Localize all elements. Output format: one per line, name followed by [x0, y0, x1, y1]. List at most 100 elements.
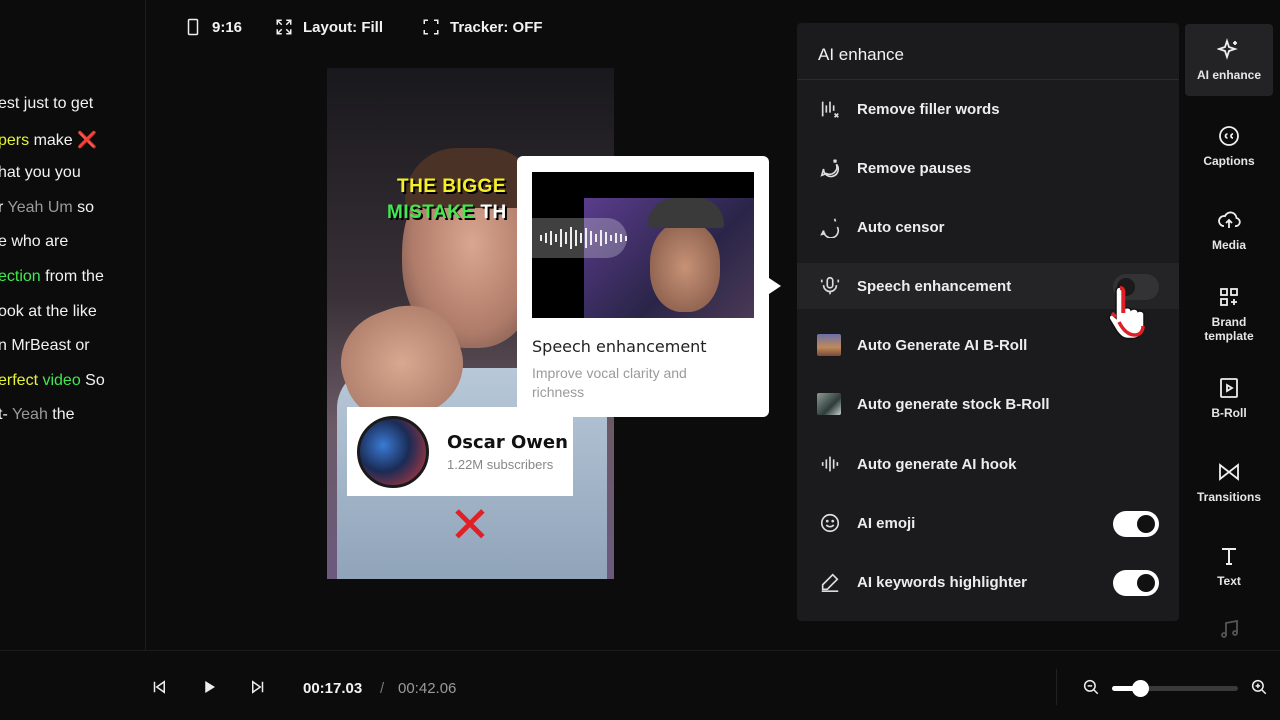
- zoom-slider[interactable]: [1112, 680, 1238, 697]
- music-note-icon: [1221, 619, 1238, 638]
- expand-icon: [276, 19, 292, 35]
- transcript-word[interactable]: Yeah: [12, 406, 48, 423]
- panel-divider: [797, 79, 1179, 80]
- channel-avatar: [357, 415, 429, 488]
- transcript-word[interactable]: make: [29, 132, 77, 149]
- ai-keywords-highlighter-toggle[interactable]: [1113, 570, 1159, 596]
- microphone-icon: [817, 273, 843, 299]
- current-time: 00:17.03: [303, 680, 363, 697]
- transcript-line[interactable]: hat you you: [0, 164, 81, 182]
- phone-portrait-icon: [187, 18, 199, 36]
- remove-pauses-option[interactable]: Remove pauses: [797, 145, 1179, 191]
- transcript-word[interactable]: ❌: [77, 132, 97, 149]
- transcript-line[interactable]: t- Yeah the: [0, 406, 75, 424]
- video-caption-line1: THE BIGGE: [397, 176, 507, 197]
- rail-audio[interactable]: [1185, 614, 1273, 650]
- remove-filler-words-option[interactable]: Remove filler words: [797, 86, 1179, 132]
- layout-label: Layout: Fill: [303, 18, 383, 36]
- play-icon[interactable]: [200, 678, 218, 696]
- transcript-word[interactable]: est just to get: [0, 95, 93, 112]
- highlighter-pen-icon: [817, 569, 843, 595]
- red-x-icon: ✕: [449, 497, 491, 553]
- transcript-panel: est just to get pers make ❌ hat you you r Y…: [0, 0, 146, 650]
- rail-text[interactable]: Text: [1185, 530, 1273, 602]
- total-time: 00:42.06: [398, 680, 457, 697]
- rail-media[interactable]: Media: [1185, 194, 1273, 266]
- panel-title: AI enhance: [818, 45, 905, 64]
- focus-frame-icon: [423, 19, 439, 35]
- zoom-slider-handle[interactable]: [1131, 680, 1149, 697]
- popup-description: Improve vocal clarity and richness: [532, 365, 687, 400]
- transcript-word[interactable]: n MrBeast or: [0, 337, 90, 354]
- transcript-word[interactable]: video: [42, 372, 80, 389]
- transcript-line[interactable]: ook at the like: [0, 303, 97, 321]
- transcript-line[interactable]: pers make ❌: [0, 130, 97, 150]
- ai-emoji-option[interactable]: AI emoji: [797, 500, 1179, 546]
- transcript-word[interactable]: from the: [41, 268, 104, 285]
- rail-captions[interactable]: Captions: [1185, 110, 1273, 182]
- sparkle-icon: [1217, 38, 1238, 60]
- channel-subscribers: 1.22M subscribers: [447, 456, 554, 472]
- transcript-line[interactable]: e who are: [0, 233, 68, 251]
- zoom-divider: [1056, 669, 1057, 705]
- popup-title: Speech enhancement: [532, 337, 707, 356]
- transcript-line[interactable]: r Yeah Um so: [0, 199, 94, 217]
- rail-transitions[interactable]: Transitions: [1185, 446, 1273, 518]
- transcript-word[interactable]: the: [48, 406, 74, 423]
- stock-broll-thumbnail: [817, 393, 841, 415]
- ai-keywords-highlighter-option[interactable]: AI keywords highlighter: [797, 559, 1179, 605]
- popup-arrow: [769, 278, 781, 294]
- auto-generate-ai-hook-option[interactable]: Auto generate AI hook: [797, 441, 1179, 487]
- transcript-line[interactable]: n MrBeast or: [0, 337, 90, 355]
- pause-bubble-icon: [817, 155, 843, 181]
- zoom-in-icon[interactable]: [1250, 678, 1268, 696]
- channel-card: Oscar Owen 1.22M subscribers: [347, 407, 573, 496]
- censor-bubble-icon: [817, 214, 843, 240]
- skip-forward-icon[interactable]: [249, 678, 267, 696]
- skip-back-icon[interactable]: [150, 678, 168, 696]
- audio-wave-icon: [817, 451, 843, 477]
- layout-button[interactable]: Layout: Fill: [275, 18, 383, 36]
- ai-emoji-toggle[interactable]: [1113, 511, 1159, 537]
- transcript-word[interactable]: ection: [0, 268, 41, 285]
- popup-preview-video: [532, 172, 754, 318]
- grid-plus-icon: [1220, 288, 1238, 306]
- transcript-word[interactable]: e who are: [0, 233, 68, 250]
- ai-broll-thumbnail: [817, 334, 841, 356]
- rail-ai-enhance[interactable]: AI enhance: [1185, 24, 1273, 96]
- aspect-ratio-button[interactable]: 9:16: [184, 18, 242, 36]
- transcript-word[interactable]: erfect: [0, 372, 38, 389]
- smiley-icon: [817, 510, 843, 536]
- waveform-icon: [532, 218, 627, 258]
- transcript-word[interactable]: ook at the like: [0, 303, 97, 320]
- transcript-word[interactable]: t-: [0, 406, 12, 423]
- auto-generate-stock-broll-option[interactable]: Auto generate stock B-Roll: [797, 381, 1179, 427]
- filler-words-icon: [817, 96, 843, 122]
- transcript-word[interactable]: Yeah Um: [7, 199, 72, 216]
- playback-bar: 00:17.03 / 00:42.06: [0, 650, 1280, 720]
- feature-preview-popup: Speech enhancement Improve vocal clarity…: [517, 156, 769, 417]
- rail-brand-template[interactable]: Brand template: [1185, 278, 1273, 350]
- transcript-line[interactable]: est just to get: [0, 95, 93, 113]
- closed-captions-icon: [1219, 126, 1239, 146]
- text-t-icon: [1222, 548, 1236, 565]
- tracker-button[interactable]: Tracker: OFF: [422, 18, 543, 36]
- hand-pointer-cursor-icon: [1108, 286, 1145, 340]
- rail-b-roll[interactable]: B-Roll: [1185, 362, 1273, 434]
- auto-censor-option[interactable]: Auto censor: [797, 204, 1179, 250]
- transcript-word[interactable]: So: [81, 372, 105, 389]
- time-separator: /: [380, 680, 385, 697]
- transcript-line[interactable]: erfect video So: [0, 372, 105, 390]
- tracker-label: Tracker: OFF: [450, 18, 543, 36]
- transcript-word[interactable]: hat you you: [0, 164, 81, 181]
- zoom-out-icon[interactable]: [1082, 678, 1100, 696]
- transcript-word[interactable]: pers: [0, 132, 29, 149]
- transcript-line[interactable]: ection from the: [0, 268, 104, 286]
- aspect-ratio-label: 9:16: [212, 18, 243, 36]
- cloud-upload-icon: [1218, 211, 1241, 228]
- video-caption-line2: MISTAKE TH: [387, 202, 507, 223]
- video-play-icon: [1220, 378, 1238, 398]
- transcript-word[interactable]: so: [73, 199, 94, 216]
- channel-name: Oscar Owen: [447, 431, 568, 453]
- bowtie-transition-icon: [1219, 463, 1239, 481]
